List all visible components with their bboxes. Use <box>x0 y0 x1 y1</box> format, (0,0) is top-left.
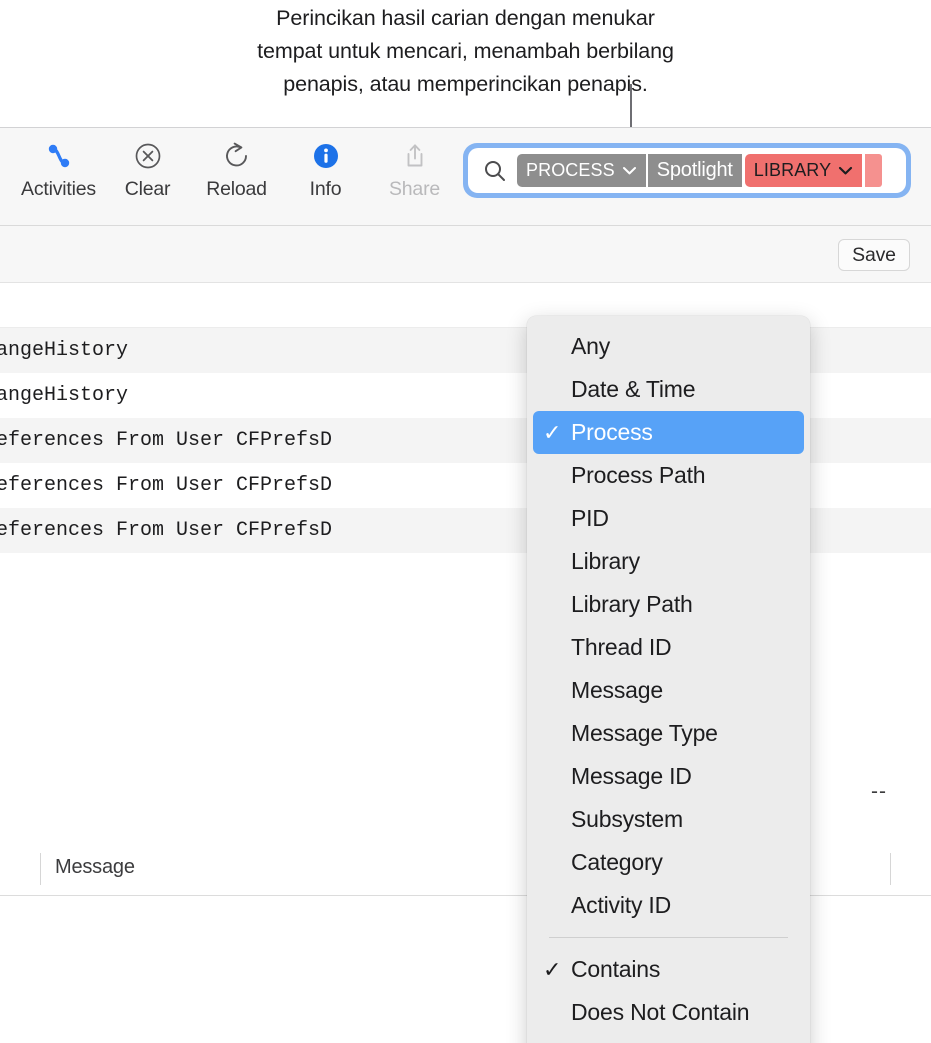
toolbar-label-share: Share <box>388 178 441 200</box>
menu-item-message-type[interactable]: Message Type <box>533 712 804 755</box>
column-divider[interactable] <box>890 853 891 885</box>
search-token-library-value[interactable] <box>865 154 883 187</box>
menu-item-subsystem[interactable]: Subsystem <box>533 798 804 841</box>
toolbar-label-clear: Clear <box>124 178 171 200</box>
search-token-value[interactable]: Spotlight <box>647 154 742 187</box>
search-token-library-label: LIBRARY <box>753 160 832 180</box>
toolbar-label-info: Info <box>309 178 342 200</box>
search-token-process-label: PROCESS <box>526 160 615 180</box>
menu-item-label: Message Type <box>571 720 718 746</box>
caption-line-2: tempat untuk mencari, menambah berbilang <box>257 39 674 63</box>
menu-item-label: Category <box>571 849 663 875</box>
detail-column-label-message: Message <box>55 856 135 878</box>
search-field-dropdown-menu[interactable]: Any Date & Time ✓ Process Process Path P… <box>527 316 810 1043</box>
search-field[interactable]: PROCESS Spotlight LIBRARY <box>468 148 906 193</box>
menu-item-category[interactable]: Category <box>533 841 804 884</box>
console-window: Activities Clear Reload Info Share PROCE… <box>0 127 931 1043</box>
search-token-list: PROCESS Spotlight LIBRARY <box>517 154 883 187</box>
menu-check-icon: ✓ <box>543 956 562 982</box>
search-magnifier-icon <box>481 157 509 185</box>
menu-item-label: Contains <box>571 956 661 982</box>
log-row-text: angeHistory <box>0 384 129 407</box>
info-circle-icon <box>309 137 343 175</box>
activities-icon <box>42 137 76 175</box>
menu-item-activity-id[interactable]: Activity ID <box>533 884 804 927</box>
log-row-text: eferences From User CFPrefsD <box>0 474 333 497</box>
toolbar-button-info[interactable]: Info <box>281 137 370 201</box>
reload-arrow-icon <box>220 137 254 175</box>
menu-item-date-and-time[interactable]: Date & Time <box>533 368 804 411</box>
search-token-library[interactable]: LIBRARY <box>744 154 863 187</box>
menu-item-library[interactable]: Library <box>533 540 804 583</box>
menu-item-label: Process Path <box>571 462 706 488</box>
menu-item-label: Activity ID <box>571 892 672 918</box>
detail-value-placeholder: -- <box>871 780 887 803</box>
chevron-down-icon <box>622 165 637 176</box>
menu-item-process[interactable]: ✓ Process <box>533 411 804 454</box>
column-divider[interactable] <box>40 853 41 885</box>
menu-item-any[interactable]: Any <box>533 325 804 368</box>
toolbar-label-activities: Activities <box>21 178 96 200</box>
menu-item-label: Library Path <box>571 591 693 617</box>
toolbar-button-share: Share <box>370 137 459 201</box>
share-box-arrow-icon <box>398 137 432 175</box>
menu-item-label: Message <box>571 677 663 703</box>
menu-separator <box>549 937 788 938</box>
caption-line-1: Perincikan hasil carian dengan menukar <box>276 6 655 30</box>
search-token-process[interactable]: PROCESS <box>517 154 646 187</box>
search-token-value-label: Spotlight <box>656 159 733 181</box>
menu-item-process-path[interactable]: Process Path <box>533 454 804 497</box>
toolbar-button-group: Activities Clear Reload Info Share <box>14 137 459 201</box>
menu-item-label: Does Not Contain <box>571 999 750 1025</box>
menu-item-pid[interactable]: PID <box>533 497 804 540</box>
toolbar-button-reload[interactable]: Reload <box>192 137 281 201</box>
menu-item-label: Subsystem <box>571 806 683 832</box>
menu-item-label: Any <box>571 333 611 359</box>
menu-item-label: Date & Time <box>571 376 696 402</box>
menu-item-label: Process <box>571 419 653 445</box>
log-row-text: eferences From User CFPrefsD <box>0 429 333 452</box>
search-field-container[interactable]: PROCESS Spotlight LIBRARY <box>463 143 911 198</box>
filter-bar: Save <box>0 226 931 283</box>
chevron-down-icon <box>838 165 853 176</box>
toolbar-label-reload: Reload <box>206 178 267 200</box>
save-button[interactable]: Save <box>838 239 910 271</box>
menu-item-equals[interactable]: Equals <box>533 1034 804 1043</box>
annotation-caption: Perincikan hasil carian dengan menukar t… <box>0 2 931 101</box>
menu-item-label: Message ID <box>571 763 692 789</box>
menu-item-label: PID <box>571 505 609 531</box>
toolbar-button-clear[interactable]: Clear <box>103 137 192 201</box>
log-row-text: eferences From User CFPrefsD <box>0 519 333 542</box>
toolbar-button-activities[interactable]: Activities <box>14 137 103 201</box>
menu-item-does-not-contain[interactable]: Does Not Contain <box>533 991 804 1034</box>
menu-item-contains[interactable]: ✓ Contains <box>533 948 804 991</box>
menu-item-thread-id[interactable]: Thread ID <box>533 626 804 669</box>
menu-item-label: Thread ID <box>571 634 672 660</box>
clear-circle-x-icon <box>131 137 165 175</box>
menu-item-label: Library <box>571 548 640 574</box>
caption-line-3: penapis, atau memperincikan penapis. <box>283 72 648 96</box>
menu-item-message[interactable]: Message <box>533 669 804 712</box>
menu-item-message-id[interactable]: Message ID <box>533 755 804 798</box>
log-row-text: angeHistory <box>0 339 129 362</box>
toolbar: Activities Clear Reload Info Share PROCE… <box>0 128 931 226</box>
menu-item-library-path[interactable]: Library Path <box>533 583 804 626</box>
menu-check-icon: ✓ <box>543 419 562 445</box>
